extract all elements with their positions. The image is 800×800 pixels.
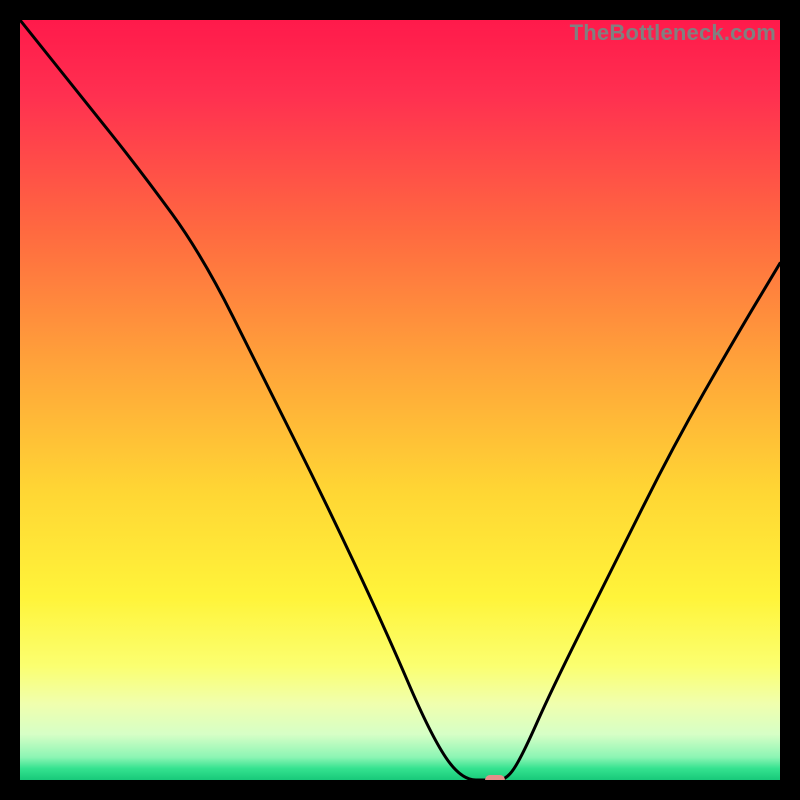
bottleneck-chart: TheBottleneck.com bbox=[0, 0, 800, 800]
bottleneck-curve-path bbox=[20, 20, 780, 780]
optimal-marker bbox=[485, 775, 505, 780]
plot-area: TheBottleneck.com bbox=[20, 20, 780, 780]
bottleneck-curve-svg bbox=[20, 20, 780, 780]
watermark-text: TheBottleneck.com bbox=[570, 20, 776, 46]
